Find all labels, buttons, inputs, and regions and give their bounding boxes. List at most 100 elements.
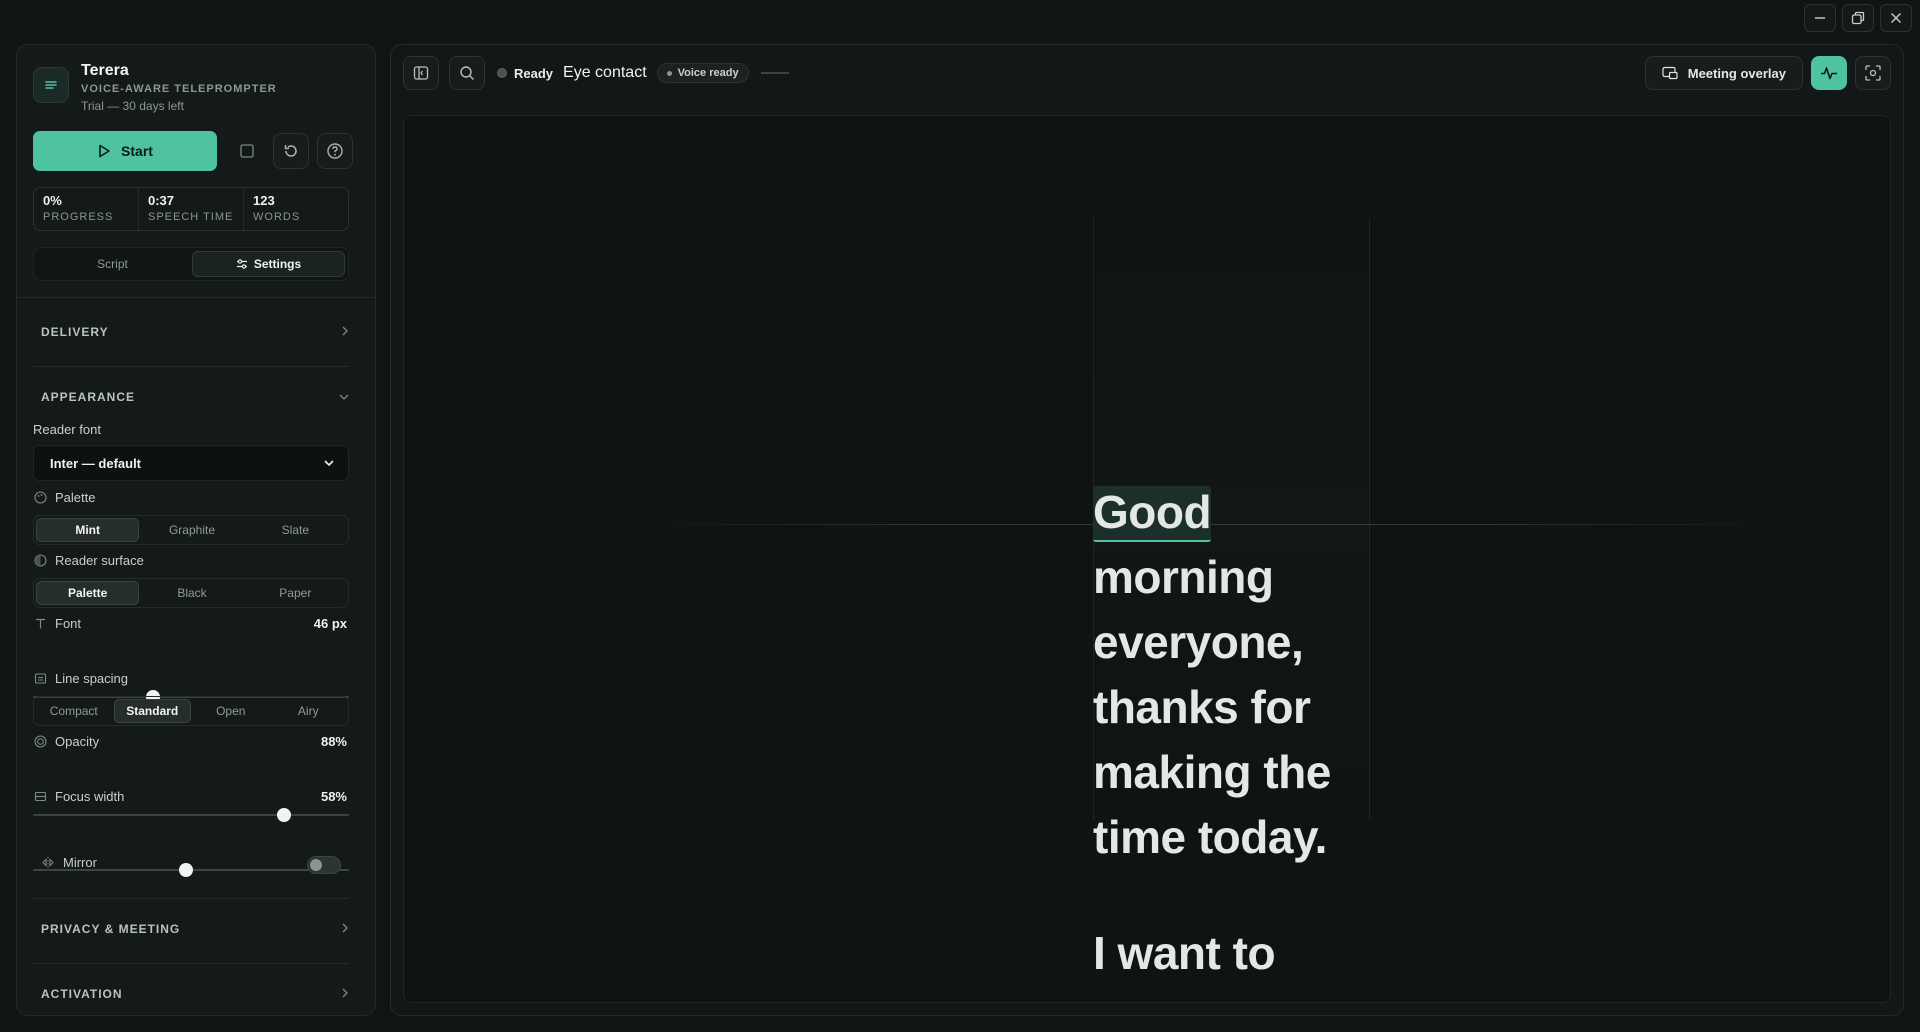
chevron-right-icon — [341, 987, 349, 1001]
section-delivery[interactable]: DELIVERY — [41, 325, 349, 339]
toggle-knob — [310, 859, 322, 871]
palette-option-graphite[interactable]: Graphite — [141, 518, 242, 542]
overlay-icon — [1662, 66, 1678, 80]
palette-option-mint[interactable]: Mint — [36, 518, 140, 542]
line-spacing-option-standard[interactable]: Standard — [113, 699, 191, 723]
close-icon — [1891, 13, 1901, 23]
focus-mode-button[interactable] — [1855, 56, 1891, 90]
voice-status-text: Voice ready — [677, 67, 739, 79]
stat-value: 0:37 — [148, 193, 175, 208]
section-privacy-meeting[interactable]: PRIVACY & MEETING — [41, 922, 349, 936]
line-spacing-option-airy[interactable]: Airy — [271, 699, 347, 723]
activity-icon — [1821, 67, 1837, 80]
search-button[interactable] — [449, 56, 485, 90]
reset-icon — [284, 145, 297, 157]
main-panel: Ready Eye contact Voice ready Meeting ov… — [390, 44, 1904, 1016]
line-spacing-option-compact[interactable]: Compact — [36, 699, 112, 723]
script-line: time today. — [1093, 811, 1327, 863]
brand: Terera VOICE-AWARE TELEPROMPTER Trial — … — [33, 61, 277, 115]
app-title: Terera — [81, 62, 129, 79]
line-spacing-icon — [33, 672, 47, 686]
status-indicator: Ready — [497, 66, 553, 81]
current-word: Good — [1093, 486, 1212, 542]
slider-thumb[interactable] — [179, 863, 194, 877]
reset-button[interactable] — [273, 133, 309, 169]
toggle-sidebar-button[interactable] — [403, 56, 439, 90]
app-logo — [33, 67, 69, 103]
tab-script[interactable]: Script — [37, 251, 188, 277]
scan-icon — [1865, 65, 1881, 81]
slider-thumb[interactable] — [277, 808, 292, 822]
script-line: morning — [1093, 551, 1274, 603]
stop-icon — [240, 144, 254, 158]
script-text: Good morning everyone, thanks for making… — [1093, 480, 1413, 870]
mirror-icon — [41, 856, 55, 870]
reader-surface-label: Reader surface — [33, 553, 144, 568]
chevron-right-icon — [341, 922, 349, 936]
surface-option-palette[interactable]: Palette — [36, 581, 140, 605]
palette-option-slate[interactable]: Slate — [245, 518, 346, 542]
mirror-toggle[interactable] — [307, 856, 341, 874]
status-dot — [497, 68, 507, 78]
section-appearance[interactable]: APPEARANCE — [41, 390, 349, 404]
focus-width-value: 58% — [320, 789, 347, 804]
script-line: Good — [1093, 480, 1413, 545]
audio-level-meter — [760, 72, 789, 74]
close-button[interactable] — [1880, 4, 1912, 32]
stat-progress: 0% PROGRESS — [34, 188, 139, 230]
stop-button[interactable] — [229, 133, 265, 169]
meeting-overlay-button[interactable]: Meeting overlay — [1644, 56, 1803, 90]
tab-settings-label: Settings — [253, 257, 302, 271]
chevron-down-icon — [339, 390, 349, 404]
surface-option-black[interactable]: Black — [141, 581, 242, 605]
script-line: everyone, — [1093, 616, 1304, 668]
type-icon — [33, 617, 47, 631]
palette-icon — [33, 491, 47, 505]
help-icon — [327, 143, 343, 159]
reader-surface-selector: Palette Black Paper — [33, 578, 349, 608]
stat-value: 123 — [253, 193, 275, 208]
playback-controls: Start — [33, 131, 353, 171]
opacity-slider[interactable] — [33, 807, 349, 823]
label-text: Palette — [55, 490, 96, 505]
section-activation[interactable]: ACTIVATION — [41, 987, 349, 1001]
voice-tracking-button[interactable] — [1811, 56, 1847, 90]
section-privacy-title: PRIVACY & MEETING — [41, 922, 181, 936]
label-text: Reader surface — [55, 553, 144, 568]
stat-label: SPEECH TIME — [148, 211, 234, 223]
surface-option-paper[interactable]: Paper — [245, 581, 346, 605]
sidebar-tabs: Script Settings — [33, 247, 349, 281]
palette-label: Palette — [33, 490, 95, 505]
start-button[interactable]: Start — [33, 131, 217, 171]
minimize-button[interactable] — [1804, 4, 1836, 32]
section-delivery-title: DELIVERY — [41, 325, 109, 339]
restore-icon — [1851, 11, 1865, 25]
restore-button[interactable] — [1842, 4, 1874, 32]
stats-bar: 0% PROGRESS 0:37 SPEECH TIME 123 WORDS — [33, 187, 349, 231]
tab-script-label: Script — [97, 257, 128, 271]
sidebar: Terera VOICE-AWARE TELEPROMPTER Trial — … — [16, 44, 376, 1016]
focus-width-icon — [33, 790, 47, 804]
tab-settings[interactable]: Settings — [192, 251, 345, 277]
line-spacing-selector: Compact Standard Open Airy — [33, 696, 349, 726]
teleprompter-icon — [45, 81, 57, 89]
play-icon — [99, 144, 110, 158]
font-size-value: 46 px — [313, 616, 347, 631]
half-circle-icon — [33, 554, 47, 568]
reader-font-select[interactable]: Inter — default — [33, 445, 349, 481]
trial-status: Trial — 30 days left — [81, 99, 184, 113]
teleprompter-reader[interactable]: Good morning everyone, thanks for making… — [403, 115, 1891, 1003]
search-icon — [460, 66, 474, 80]
topbar: Ready Eye contact Voice ready Meeting ov… — [391, 45, 1903, 101]
chevron-down-icon — [324, 460, 334, 467]
line-spacing-option-open[interactable]: Open — [193, 699, 269, 723]
script-line: thanks for — [1093, 681, 1311, 733]
minimize-icon — [1815, 17, 1825, 19]
sidebar-toggle-icon — [413, 66, 429, 80]
app-subtitle: VOICE-AWARE TELEPROMPTER — [81, 83, 277, 95]
help-button[interactable] — [317, 133, 353, 169]
opacity-label: Opacity — [33, 734, 99, 749]
palette-selector: Mint Graphite Slate — [33, 515, 349, 545]
label-text: Focus width — [55, 789, 125, 804]
mode-title: Eye contact — [563, 64, 647, 81]
